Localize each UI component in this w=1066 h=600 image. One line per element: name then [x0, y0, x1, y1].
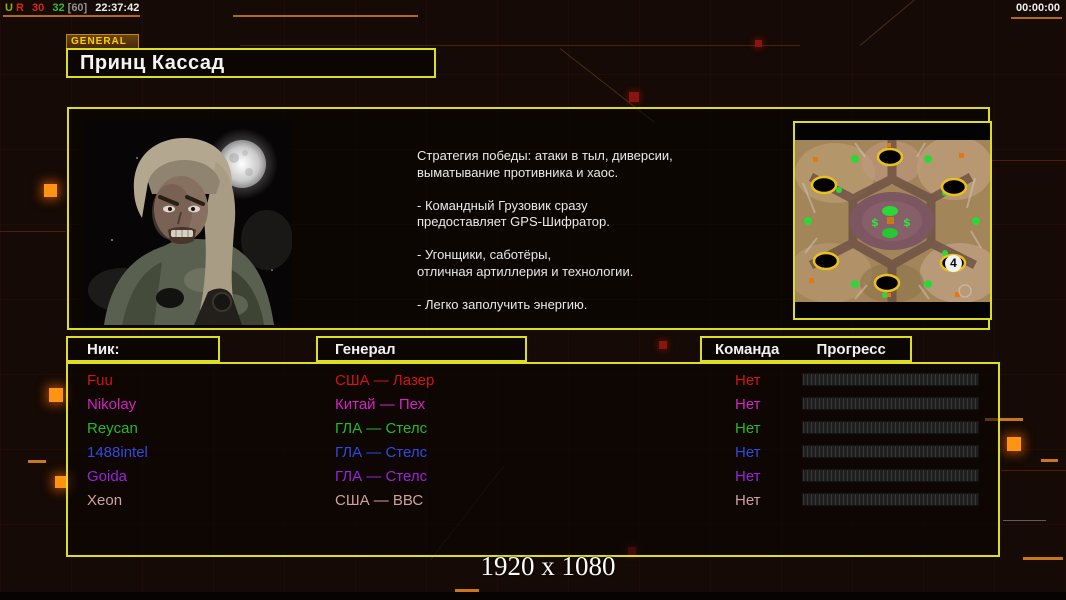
player-nick: Fuu	[87, 372, 113, 389]
stat-segment: 32	[52, 2, 65, 14]
player-team: Нет	[735, 420, 761, 437]
player-general: ГЛА — Стелс	[335, 444, 428, 461]
portrait-art	[82, 120, 293, 325]
accent-dash	[1041, 459, 1058, 462]
stat-segment: R	[16, 2, 24, 14]
player-team: Нет	[735, 492, 761, 509]
top-rule-left	[3, 15, 140, 17]
dim-square	[755, 40, 762, 47]
bg-trace	[0, 231, 66, 232]
player-list-panel: Fuu США — Лазер Нет Nikolay Китай — Пех …	[66, 362, 1000, 557]
table-row: 1488intel ГЛА — Стелс Нет	[68, 440, 998, 464]
player-progress-bar	[802, 493, 979, 506]
bg-trace	[991, 160, 1066, 161]
loading-screen: U R 30 32 [60] 22:37:42 00:00:00 GENERAL…	[0, 0, 1066, 600]
general-bio-panel: Стратегия победы: атаки в тыл, диверсии,…	[67, 107, 1000, 330]
player-general: Китай — Пех	[335, 396, 426, 413]
player-nick: Xeon	[87, 492, 123, 509]
player-general: ГЛА — Стелс	[335, 420, 428, 437]
bg-trace-diagonal	[859, 0, 930, 46]
header-team-label: Команда	[715, 341, 780, 358]
glow-square	[1007, 437, 1021, 451]
table-row: Xeon США — ВВС Нет	[68, 488, 998, 512]
player-nick: Nikolay	[87, 396, 137, 413]
player-progress-bar	[802, 397, 979, 410]
strategy-briefing-text: Стратегия победы: атаки в тыл, диверсии,…	[417, 148, 673, 312]
table-row: Nikolay Китай — Пех Нет	[68, 392, 998, 416]
general-name-title: Принц Кассад	[66, 48, 436, 78]
player-progress-bar	[802, 373, 979, 386]
minimap-panel: $ $ 4	[788, 121, 1000, 320]
player-progress-bar	[802, 469, 979, 482]
player-general: США — ВВС	[335, 492, 424, 509]
accent-dash	[28, 460, 46, 463]
stat-segment: 30	[32, 2, 45, 14]
table-row: Fuu США — Лазер Нет	[68, 368, 998, 392]
general-portrait	[82, 120, 293, 325]
player-general: ГЛА — Стелс	[335, 468, 428, 485]
player-team: Нет	[735, 396, 761, 413]
player-nick: 1488intel	[87, 444, 148, 461]
bottom-strip	[0, 592, 1066, 600]
gray-dash	[1003, 520, 1046, 521]
network-stats-overlay: U R 30 32 [60] 22:37:42	[5, 2, 144, 14]
player-progress-bar	[802, 421, 979, 434]
glow-square	[44, 184, 57, 197]
bg-trace	[240, 45, 800, 46]
resolution-label: 1920 x 1080	[480, 551, 616, 581]
glow-square	[49, 388, 63, 402]
stat-segment: U	[5, 2, 13, 14]
top-rule-right	[1011, 17, 1062, 19]
player-nick: Reycan	[87, 420, 138, 437]
header-progress-label: Прогресс	[816, 341, 886, 358]
player-team: Нет	[735, 468, 761, 485]
svg-text:$: $	[871, 216, 879, 229]
match-timer: 00:00:00	[1015, 2, 1060, 14]
player-team: Нет	[735, 372, 761, 389]
table-row: Goida ГЛА — Стелс Нет	[68, 464, 998, 488]
svg-text:$: $	[903, 216, 911, 229]
start-position-badge: 4	[945, 255, 962, 272]
player-progress-bar	[802, 445, 979, 458]
general-tab-label: GENERAL	[66, 34, 139, 48]
header-team-progress: Команда Прогресс	[700, 336, 912, 362]
player-nick: Goida	[87, 468, 128, 485]
top-rule-mid	[233, 15, 418, 17]
player-team: Нет	[735, 444, 761, 461]
header-nick: Ник:	[66, 336, 220, 362]
header-general: Генерал	[316, 336, 527, 362]
clock-readout: 22:37:42	[95, 2, 140, 14]
player-general: США — Лазер	[335, 372, 435, 389]
stat-segment: [60]	[67, 2, 88, 14]
table-row: Reycan ГЛА — Стелс Нет	[68, 416, 998, 440]
dim-square	[629, 92, 639, 102]
bg-trace	[1001, 470, 1066, 471]
minimap-image: $ $	[788, 123, 1000, 318]
dim-square	[659, 341, 667, 349]
